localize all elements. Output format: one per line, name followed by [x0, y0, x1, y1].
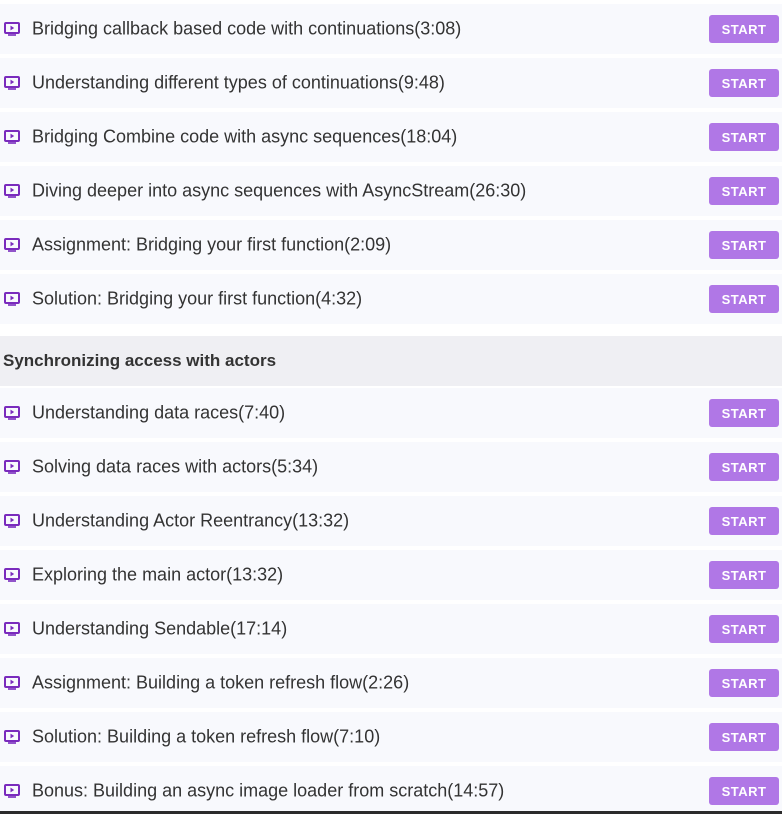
lecture-title[interactable]: Understanding different types of continu…	[32, 73, 445, 94]
lecture-row[interactable]: Bonus: Building an async image loader fr…	[0, 766, 782, 814]
start-button[interactable]: START	[709, 177, 779, 205]
start-button[interactable]: START	[709, 507, 779, 535]
lecture-row[interactable]: Solution: Bridging your first function(4…	[0, 274, 782, 324]
lecture-row[interactable]: Understanding data races(7:40) START	[0, 388, 782, 438]
lecture-row[interactable]: Bridging Combine code with async sequenc…	[0, 112, 782, 162]
start-button[interactable]: START	[709, 453, 779, 481]
lecture-row[interactable]: Bridging callback based code with contin…	[0, 4, 782, 54]
start-button[interactable]: START	[709, 69, 779, 97]
lecture-title[interactable]: Bridging callback based code with contin…	[32, 19, 461, 40]
course-curriculum: Bridging callback based code with contin…	[0, 0, 782, 814]
lecture-row[interactable]: Exploring the main actor(13:32) START	[0, 550, 782, 600]
lecture-title[interactable]: Assignment: Building a token refresh flo…	[32, 673, 409, 694]
start-button[interactable]: START	[709, 15, 779, 43]
start-button[interactable]: START	[709, 399, 779, 427]
play-video-icon	[4, 76, 20, 90]
lecture-title[interactable]: Exploring the main actor(13:32)	[32, 565, 283, 586]
play-video-icon	[4, 730, 20, 744]
play-video-icon	[4, 514, 20, 528]
lecture-title[interactable]: Bridging Combine code with async sequenc…	[32, 127, 457, 148]
lecture-title[interactable]: Understanding Actor Reentrancy(13:32)	[32, 511, 349, 532]
start-button[interactable]: START	[709, 285, 779, 313]
start-button[interactable]: START	[709, 777, 779, 805]
start-button[interactable]: START	[709, 123, 779, 151]
lecture-row[interactable]: Understanding Actor Reentrancy(13:32) STA…	[0, 496, 782, 546]
lecture-title[interactable]: Understanding Sendable(17:14)	[32, 619, 287, 640]
lecture-title[interactable]: Solution: Building a token refresh flow(…	[32, 727, 380, 748]
lecture-row[interactable]: Understanding Sendable(17:14) START	[0, 604, 782, 654]
lecture-list: Bridging callback based code with contin…	[0, 4, 782, 814]
play-video-icon	[4, 622, 20, 636]
lecture-row[interactable]: Solving data races with actors(5:34) STAR…	[0, 442, 782, 492]
play-video-icon	[4, 22, 20, 36]
lecture-row[interactable]: Understanding different types of continu…	[0, 58, 782, 108]
start-button[interactable]: START	[709, 231, 779, 259]
play-video-icon	[4, 184, 20, 198]
play-video-icon	[4, 676, 20, 690]
play-video-icon	[4, 130, 20, 144]
play-video-icon	[4, 406, 20, 420]
lecture-row[interactable]: Assignment: Building a token refresh flo…	[0, 658, 782, 708]
start-button[interactable]: START	[709, 723, 779, 751]
lecture-title[interactable]: Solution: Bridging your first function(4…	[32, 289, 362, 310]
lecture-title[interactable]: Bonus: Building an async image loader fr…	[32, 781, 504, 802]
lecture-title[interactable]: Diving deeper into async sequences with …	[32, 181, 526, 202]
play-video-icon	[4, 238, 20, 252]
lecture-title[interactable]: Understanding data races(7:40)	[32, 403, 285, 424]
lecture-title[interactable]: Assignment: Bridging your first function…	[32, 235, 391, 256]
play-video-icon	[4, 568, 20, 582]
start-button[interactable]: START	[709, 615, 779, 643]
start-button[interactable]: START	[709, 669, 779, 697]
section-header: Synchronizing access with actors	[0, 336, 782, 386]
play-video-icon	[4, 292, 20, 306]
play-video-icon	[4, 460, 20, 474]
start-button[interactable]: START	[709, 561, 779, 589]
lecture-row[interactable]: Diving deeper into async sequences with …	[0, 166, 782, 216]
lecture-row[interactable]: Solution: Building a token refresh flow(…	[0, 712, 782, 762]
lecture-title[interactable]: Solving data races with actors(5:34)	[32, 457, 318, 478]
play-video-icon	[4, 784, 20, 798]
lecture-row[interactable]: Assignment: Bridging your first function…	[0, 220, 782, 270]
